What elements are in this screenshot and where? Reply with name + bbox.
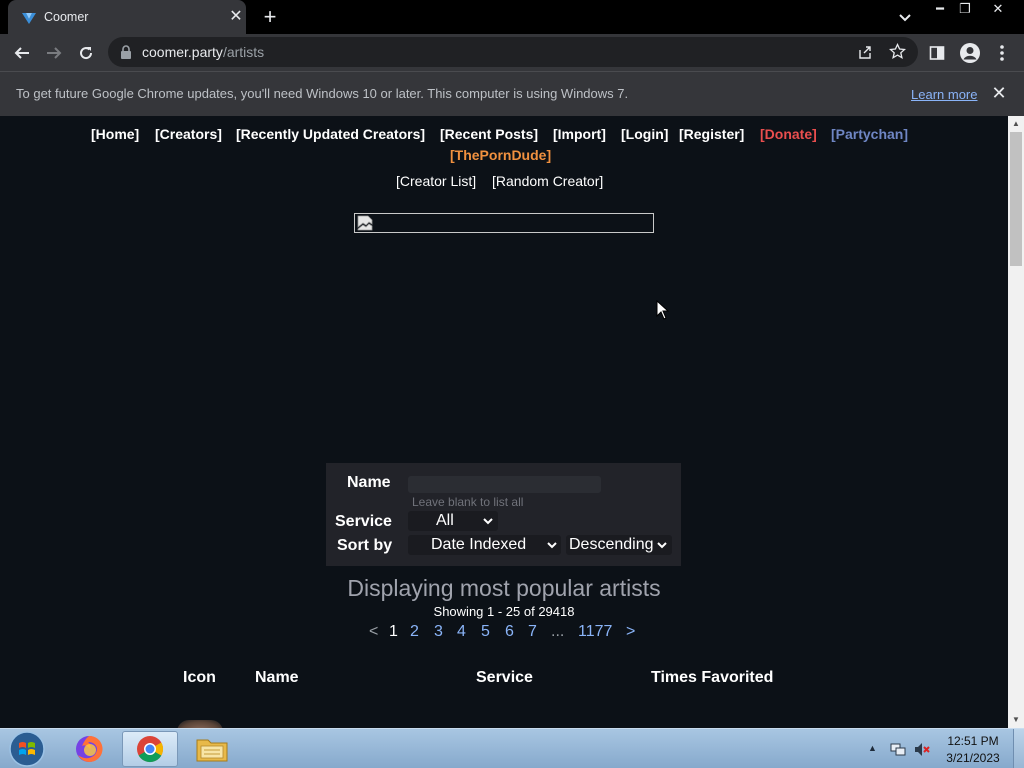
pager-page[interactable]: 5 [481, 623, 490, 641]
back-icon[interactable] [9, 40, 35, 66]
nav-theporndude[interactable]: [ThePornDude] [450, 147, 551, 163]
pager-ellipsis: ... [551, 623, 565, 640]
nav-login[interactable]: [Login] [621, 126, 668, 142]
taskbar-file-explorer[interactable] [184, 731, 240, 767]
broken-image-icon [357, 215, 373, 231]
pager-page[interactable]: 6 [505, 623, 514, 641]
artist-search-form: Name Leave blank to list all Service All… [326, 463, 681, 566]
nav-register[interactable]: [Register] [679, 126, 744, 142]
chevron-down-icon [483, 518, 493, 525]
firefox-icon [76, 735, 103, 762]
broken-banner-image[interactable] [354, 213, 654, 233]
nav-creators[interactable]: [Creators] [155, 126, 222, 142]
sort-by-label: Sort by [337, 537, 393, 554]
subnav-creator-list[interactable]: [Creator List] [396, 173, 476, 189]
address-bar[interactable]: coomer.party/artists [108, 37, 918, 67]
network-icon[interactable] [890, 742, 906, 757]
pager-next[interactable]: > [626, 623, 635, 641]
clock-date[interactable]: 3/21/2023 [940, 751, 1006, 765]
results-count: Showing 1 - 25 of 29418 [433, 604, 575, 619]
tray-overflow-icon[interactable]: ▲ [868, 743, 877, 753]
sort-order-select[interactable]: Descending [566, 535, 672, 555]
menu-kebab-icon[interactable] [989, 40, 1015, 66]
tab-strip: Coomer ✕ + ━ ❐ ✕ [0, 0, 1024, 34]
learn-more-link[interactable]: Learn more [911, 87, 977, 102]
profile-avatar-icon[interactable] [957, 40, 983, 66]
nav-partychan[interactable]: [Partychan] [831, 126, 908, 142]
reload-icon[interactable] [73, 40, 99, 66]
nav-recent-posts[interactable]: [Recent Posts] [440, 126, 538, 142]
taskbar-firefox[interactable] [62, 731, 118, 767]
scroll-up-icon[interactable]: ▲ [1008, 116, 1024, 132]
lock-icon [121, 45, 131, 59]
column-header-service[interactable]: Service [476, 669, 533, 687]
windows-taskbar: ▲ 12:51 PM 3/21/2023 [0, 728, 1024, 768]
tab-close-icon[interactable]: ✕ [228, 9, 244, 25]
pager-page-current: 1 [389, 623, 398, 640]
scrollbar-thumb[interactable] [1010, 132, 1022, 266]
screen: Coomer ✕ + ━ ❐ ✕ coomer.party/artists To… [0, 0, 1024, 768]
tab-title: Coomer [44, 10, 89, 24]
pager-page[interactable]: 3 [434, 623, 443, 641]
column-header-icon: Icon [183, 669, 216, 686]
close-window-icon[interactable]: ✕ [986, 0, 1010, 18]
infobar-close-icon[interactable]: ✕ [990, 84, 1008, 102]
service-label: Service [335, 513, 392, 530]
show-desktop-button[interactable] [1013, 729, 1024, 768]
chevron-down-icon [547, 542, 557, 549]
name-input[interactable] [408, 476, 601, 493]
volume-muted-icon[interactable] [914, 742, 930, 757]
service-select[interactable]: All [408, 511, 498, 531]
name-label: Name [347, 474, 391, 491]
infobar-message: To get future Google Chrome updates, you… [16, 86, 629, 101]
folder-icon [196, 739, 228, 762]
tab-coomer[interactable]: Coomer ✕ [8, 0, 246, 34]
browser-toolbar: coomer.party/artists [0, 34, 1024, 71]
clock-time[interactable]: 12:51 PM [940, 734, 1006, 748]
side-panel-icon[interactable] [924, 40, 950, 66]
service-select-value: All [436, 512, 454, 529]
minimize-icon[interactable]: ━ [928, 0, 952, 18]
url-path: /artists [222, 44, 265, 60]
chrome-icon [137, 736, 164, 763]
sort-by-select[interactable]: Date Indexed [408, 535, 561, 555]
pager-last-page[interactable]: 1177 [578, 623, 612, 641]
chevron-down-icon [657, 542, 667, 549]
nav-recently-updated-creators[interactable]: [Recently Updated Creators] [236, 126, 425, 142]
pager-page[interactable]: 4 [457, 623, 466, 641]
update-infobar: To get future Google Chrome updates, you… [0, 71, 1024, 116]
url-host: coomer.party [142, 44, 223, 60]
pager-page[interactable]: 7 [528, 623, 537, 641]
bookmark-star-icon[interactable] [889, 43, 906, 60]
results-title: Displaying most popular artists [347, 575, 661, 601]
column-header-name[interactable]: Name [255, 669, 299, 687]
forward-icon[interactable] [41, 40, 67, 66]
url-text: coomer.party/artists [142, 44, 264, 60]
new-tab-icon[interactable]: + [258, 5, 282, 29]
mouse-cursor-icon [656, 300, 670, 320]
pager-page[interactable]: 2 [410, 623, 419, 641]
taskbar-chrome[interactable] [122, 731, 178, 767]
column-header-times-favorited[interactable]: Times Favorited [651, 669, 773, 687]
nav-home[interactable]: [Home] [91, 126, 139, 142]
scroll-down-icon[interactable]: ▼ [1008, 712, 1024, 728]
windows-start-icon[interactable] [6, 730, 48, 768]
nav-import[interactable]: [Import] [553, 126, 606, 142]
coomer-favicon-icon [22, 13, 36, 24]
sort-order-select-value: Descending [569, 536, 654, 553]
nav-donate[interactable]: [Donate] [760, 126, 817, 142]
share-icon[interactable] [857, 44, 873, 60]
sort-by-select-value: Date Indexed [431, 536, 527, 553]
page-scrollbar[interactable]: ▲ ▼ [1008, 116, 1024, 728]
pager-prev[interactable]: < [369, 623, 378, 641]
subnav-random-creator[interactable]: [Random Creator] [492, 173, 603, 189]
page-content: [Home] [Creators] [Recently Updated Crea… [0, 116, 1008, 728]
restore-icon[interactable]: ❐ [953, 0, 977, 18]
tab-search-chevron-icon[interactable] [893, 8, 917, 28]
name-hint: Leave blank to list all [412, 495, 524, 509]
avatar[interactable] [177, 720, 223, 728]
